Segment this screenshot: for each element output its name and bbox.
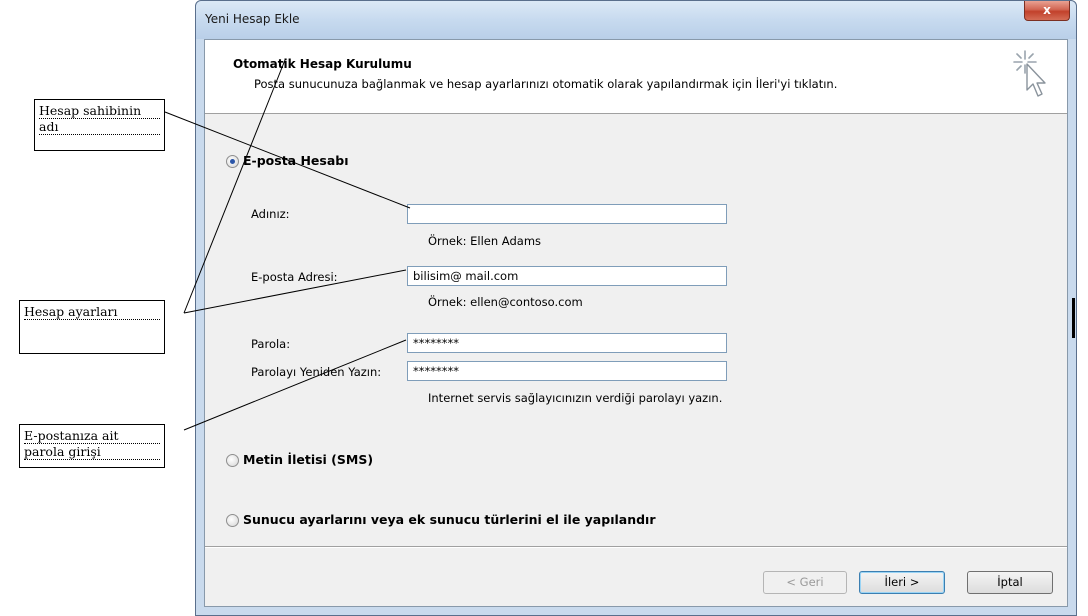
header-panel: Otomatik Hesap Kurulumu Posta sunucunuza… <box>205 40 1067 114</box>
email-field[interactable] <box>407 266 727 286</box>
callout-password-entry-line1: E-postanıza ait <box>24 428 160 444</box>
password-retype-label: Parolayı Yeniden Yazın: <box>251 365 382 379</box>
password-retype-field[interactable] <box>407 361 727 381</box>
email-label: E-posta Adresi: <box>251 270 338 284</box>
name-label: Adınız: <box>251 207 290 221</box>
dialog-client-area: Otomatik Hesap Kurulumu Posta sunucunuza… <box>204 39 1068 607</box>
password-label: Parola: <box>251 337 291 351</box>
manual-config-radio[interactable] <box>226 514 239 527</box>
name-field[interactable] <box>407 204 727 224</box>
dialog-window: Yeni Hesap Ekle x Otomatik Hesap Kurulum… <box>195 0 1077 616</box>
close-button[interactable]: x <box>1024 1 1070 21</box>
callout-password-entry-line2: parola girişi <box>24 444 160 460</box>
header-subtitle: Posta sunucunuza bağlanmak ve hesap ayar… <box>254 77 838 91</box>
header-title: Otomatik Hesap Kurulumu <box>233 57 412 71</box>
title-bar[interactable]: Yeni Hesap Ekle x <box>196 1 1076 39</box>
window-title: Yeni Hesap Ekle <box>205 12 300 26</box>
edge-mark <box>1072 298 1075 338</box>
callout-owner-name-line2: adı <box>39 119 160 135</box>
callout-owner-name: Hesap sahibinin adı <box>34 99 165 151</box>
sms-label[interactable]: Metin İletisi (SMS) <box>243 452 373 467</box>
callout-account-settings-text: Hesap ayarları <box>24 304 160 320</box>
callout-owner-name-line1: Hesap sahibinin <box>39 103 160 119</box>
name-hint: Örnek: Ellen Adams <box>428 234 542 248</box>
email-hint: Örnek: ellen@contoso.com <box>428 295 583 309</box>
email-account-radio[interactable] <box>226 155 239 168</box>
cancel-button[interactable]: İptal <box>967 571 1053 594</box>
sms-radio[interactable] <box>226 454 239 467</box>
password-field[interactable] <box>407 333 727 353</box>
callout-password-entry: E-postanıza ait parola girişi <box>19 424 165 468</box>
password-hint: Internet servis sağlayıcınızın verdiği p… <box>428 391 723 405</box>
manual-config-label[interactable]: Sunucu ayarlarını veya ek sunucu türleri… <box>243 512 656 527</box>
footer-separator <box>205 546 1067 548</box>
callout-account-settings: Hesap ayarları <box>19 300 165 354</box>
wizard-cursor-icon <box>1013 50 1046 97</box>
back-button[interactable]: < Geri <box>763 571 847 594</box>
close-icon: x <box>1043 3 1051 17</box>
email-account-label[interactable]: E-posta Hesabı <box>243 153 349 168</box>
next-button[interactable]: İleri > <box>859 571 945 594</box>
